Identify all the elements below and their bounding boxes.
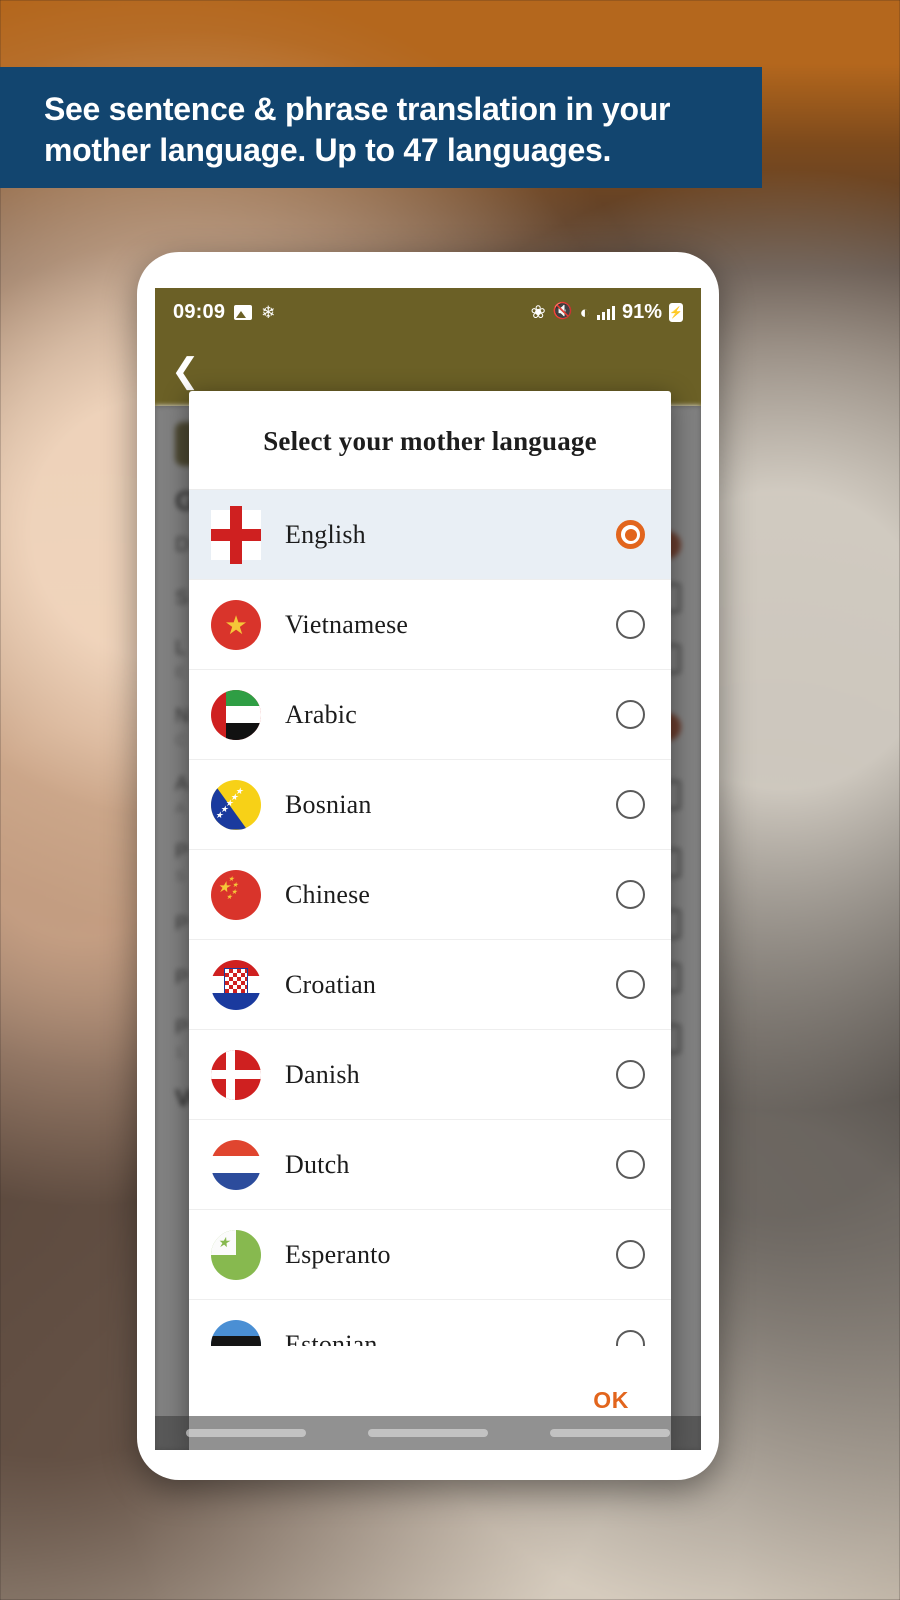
android-nav-bar <box>155 1416 701 1450</box>
language-label: Vietnamese <box>285 609 409 639</box>
list-item[interactable]: ★ ★ ★ ★ ★ Chinese <box>189 850 671 940</box>
list-item[interactable]: Danish <box>189 1030 671 1120</box>
radio-button[interactable] <box>616 1150 645 1179</box>
radio-button[interactable] <box>616 700 645 729</box>
radio-button[interactable] <box>616 790 645 819</box>
flag-esperanto-icon: ★ <box>211 1229 261 1280</box>
back-chevron-icon[interactable]: ❮ <box>171 354 200 388</box>
flag-denmark-icon <box>211 1049 261 1100</box>
bluetooth-icon: ❀ <box>530 302 546 322</box>
promo-banner: See sentence & phrase translation in you… <box>0 67 762 188</box>
language-label: Arabic <box>285 699 357 729</box>
language-label: Esperanto <box>285 1239 391 1269</box>
battery-icon: ⚡ <box>669 302 683 322</box>
flag-bosnia-icon: ★ ★ ★ ★ ★ <box>211 779 261 830</box>
radio-button[interactable] <box>616 1240 645 1269</box>
language-picker-dialog: Select your mother language English ★ Vi… <box>189 391 671 1450</box>
snowflake-icon: ❄ <box>261 302 276 322</box>
radio-button[interactable] <box>616 1330 645 1346</box>
language-label: Chinese <box>285 879 371 909</box>
language-label: Croatian <box>285 969 377 999</box>
radio-button[interactable] <box>616 610 645 639</box>
battery-percent-label: 91% <box>621 300 662 323</box>
promo-banner-line-1: See sentence & phrase translation in you… <box>44 91 671 127</box>
status-bar-right: ❀ 🔇 ◐ 91% ⚡ <box>531 301 683 324</box>
language-label: Danish <box>285 1059 360 1089</box>
image-icon <box>234 304 253 320</box>
list-item[interactable]: ★ ★ ★ ★ ★ Bosnian <box>189 760 671 850</box>
list-item[interactable]: Croatian <box>189 940 671 1030</box>
status-bar-clock: 09:09 <box>173 300 226 323</box>
wifi-icon: ◐ <box>579 302 590 322</box>
radio-button[interactable] <box>616 880 645 909</box>
language-label: Estonian <box>285 1329 378 1347</box>
status-bar-left: 09:09 ❄ <box>173 301 275 324</box>
language-label: Bosnian <box>285 789 372 819</box>
flag-england-icon <box>211 505 261 564</box>
flag-estonia-icon <box>211 1319 261 1346</box>
flag-vietnam-icon: ★ <box>211 599 261 650</box>
list-item[interactable]: Dutch <box>189 1120 671 1210</box>
radio-button[interactable] <box>616 520 645 549</box>
mute-icon: 🔇 <box>552 303 573 320</box>
ok-button[interactable]: OK <box>593 1387 629 1414</box>
nav-pill-recents[interactable] <box>186 1429 306 1437</box>
list-item[interactable]: Estonian <box>189 1300 671 1346</box>
flag-china-icon: ★ ★ ★ ★ ★ <box>211 869 261 920</box>
signal-bars-icon <box>596 305 615 320</box>
phone-screen: 09:09 ❄ ❀ 🔇 ◐ 91% ⚡ ❮ G D <box>155 288 701 1450</box>
list-item[interactable]: Arabic <box>189 670 671 760</box>
language-list[interactable]: English ★ Vietnamese Arabic ★ ★ ★ ★ ★ Bo… <box>189 489 671 1346</box>
list-item[interactable]: English <box>189 490 671 580</box>
radio-button[interactable] <box>616 970 645 999</box>
nav-pill-back[interactable] <box>550 1429 670 1437</box>
language-label: Dutch <box>285 1149 350 1179</box>
status-bar: 09:09 ❄ ❀ 🔇 ◐ 91% ⚡ <box>155 288 701 336</box>
promo-banner-line-2: mother language. Up to 47 languages. <box>44 132 612 168</box>
phone-frame: 09:09 ❄ ❀ 🔇 ◐ 91% ⚡ ❮ G D <box>137 252 719 1480</box>
dialog-title: Select your mother language <box>263 426 597 456</box>
list-item[interactable]: ★ Esperanto <box>189 1210 671 1300</box>
language-label: English <box>285 519 366 549</box>
radio-button[interactable] <box>616 1060 645 1089</box>
list-item[interactable]: ★ Vietnamese <box>189 580 671 670</box>
nav-pill-home[interactable] <box>368 1429 488 1437</box>
flag-uae-icon <box>211 689 261 740</box>
flag-croatia-icon <box>211 959 261 1010</box>
flag-netherlands-icon <box>211 1139 261 1190</box>
